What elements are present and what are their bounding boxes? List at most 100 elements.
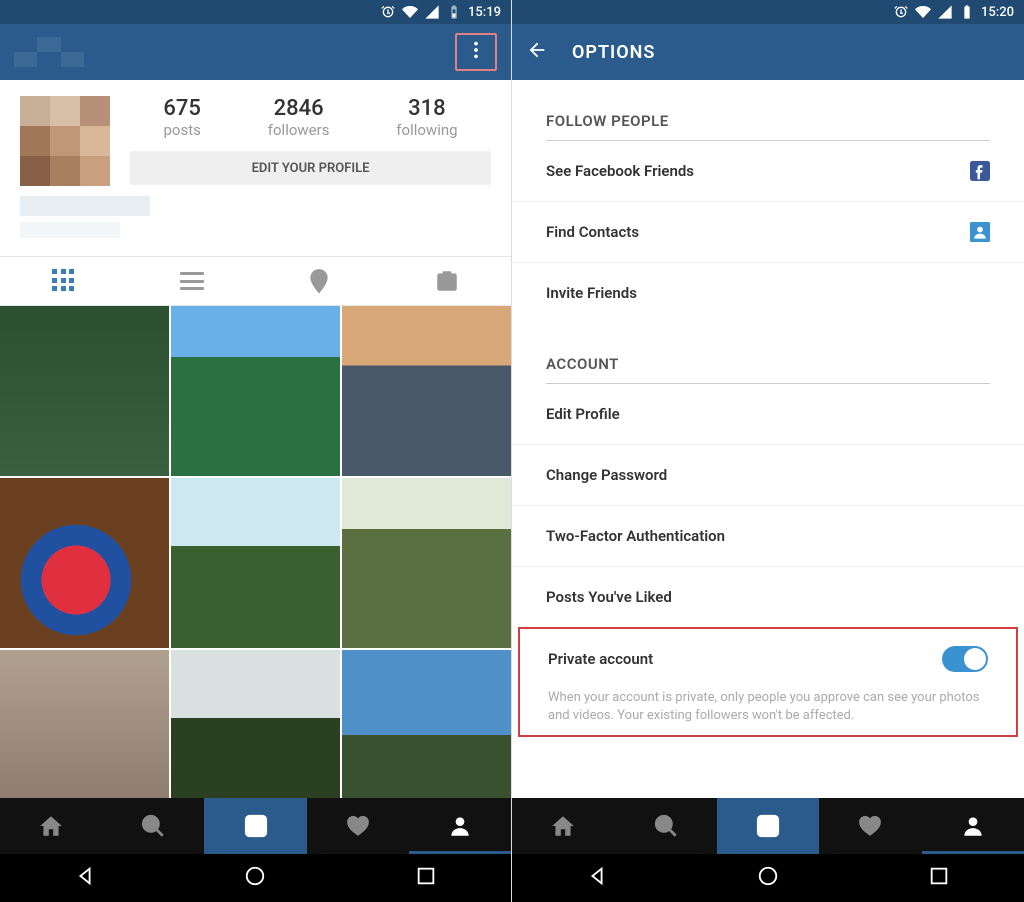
tab-list-view[interactable]: [128, 257, 256, 305]
posts-count: 675: [163, 96, 201, 121]
tab-tagged[interactable]: [383, 257, 511, 305]
person-icon: [447, 813, 473, 839]
followers-label: followers: [268, 121, 330, 139]
grid-icon: [52, 269, 76, 293]
option-label: Find Contacts: [546, 223, 639, 241]
tab-activity[interactable]: [819, 798, 921, 854]
signal-icon: [424, 4, 440, 20]
wifi-icon: [402, 4, 418, 20]
nav-home[interactable]: [757, 865, 779, 891]
photo-thumbnail[interactable]: [342, 650, 511, 798]
avatar-blurred: [20, 96, 110, 186]
photo-thumbnail[interactable]: [171, 650, 340, 798]
photo-thumbnail[interactable]: [171, 478, 340, 648]
photo-grid: [0, 306, 511, 798]
option-see-facebook-friends[interactable]: See Facebook Friends: [512, 141, 1024, 202]
circle-home-icon: [757, 865, 779, 887]
android-nav-bar: [0, 854, 511, 902]
option-invite-friends[interactable]: Invite Friends: [512, 263, 1024, 323]
photo-thumbnail[interactable]: [342, 306, 511, 476]
tab-search[interactable]: [102, 798, 204, 854]
photo-thumbnail[interactable]: [0, 306, 169, 476]
nav-back[interactable]: [74, 865, 96, 891]
arrow-back-icon: [526, 39, 548, 61]
tab-home[interactable]: [512, 798, 614, 854]
edit-profile-button[interactable]: EDIT YOUR PROFILE: [130, 151, 491, 185]
home-icon: [550, 813, 576, 839]
posts-label: posts: [163, 121, 201, 139]
nav-home[interactable]: [244, 865, 266, 891]
tab-activity[interactable]: [307, 798, 409, 854]
android-nav-bar: [512, 854, 1024, 902]
option-edit-profile[interactable]: Edit Profile: [512, 384, 1024, 445]
tab-home[interactable]: [0, 798, 102, 854]
nav-back[interactable]: [586, 865, 608, 891]
photo-thumbnail[interactable]: [0, 650, 169, 798]
tab-profile[interactable]: [922, 798, 1024, 854]
username-blurred: [14, 37, 84, 67]
tab-profile[interactable]: [409, 798, 511, 854]
search-icon: [653, 813, 679, 839]
nav-recent[interactable]: [928, 865, 950, 891]
section-account: ACCOUNT: [512, 343, 1024, 383]
option-private-account[interactable]: Private account: [520, 629, 1016, 689]
signal-icon: [937, 4, 953, 20]
triangle-back-icon: [586, 865, 608, 887]
person-icon: [960, 813, 986, 839]
wifi-icon: [915, 4, 931, 20]
option-label: Change Password: [546, 466, 667, 484]
tab-camera[interactable]: [717, 798, 819, 854]
back-button[interactable]: [526, 39, 548, 65]
view-mode-tabs: [0, 257, 511, 306]
followers-count: 2846: [268, 96, 330, 121]
battery-icon: [959, 4, 975, 20]
photo-thumbnail[interactable]: [171, 306, 340, 476]
home-icon: [38, 813, 64, 839]
option-posts-liked[interactable]: Posts You've Liked: [512, 567, 1024, 627]
option-change-password[interactable]: Change Password: [512, 445, 1024, 506]
tab-camera[interactable]: [204, 798, 306, 854]
alarm-icon: [893, 4, 909, 20]
tab-search[interactable]: [614, 798, 716, 854]
status-bar: 15:20: [512, 0, 1024, 24]
private-account-toggle[interactable]: [942, 646, 988, 672]
status-time: 15:19: [468, 5, 501, 20]
tab-places[interactable]: [256, 257, 384, 305]
more-vertical-icon: [465, 39, 487, 61]
page-title: OPTIONS: [572, 42, 655, 63]
status-bar: 15:19: [0, 0, 511, 24]
square-recent-icon: [928, 865, 950, 887]
profile-name-area: [0, 186, 511, 256]
contacts-icon: [970, 222, 990, 242]
stat-following[interactable]: 318 following: [396, 96, 457, 139]
options-header: OPTIONS: [512, 24, 1024, 80]
section-follow-people: FOLLOW PEOPLE: [512, 100, 1024, 140]
camera-icon: [755, 813, 781, 839]
nav-recent[interactable]: [415, 865, 437, 891]
tagged-photos-icon: [434, 268, 460, 294]
option-label: See Facebook Friends: [546, 162, 694, 180]
option-label: Private account: [548, 650, 653, 668]
stat-followers[interactable]: 2846 followers: [268, 96, 330, 139]
option-label: Edit Profile: [546, 405, 620, 423]
photo-thumbnail[interactable]: [0, 478, 169, 648]
following-label: following: [396, 121, 457, 139]
option-two-factor[interactable]: Two-Factor Authentication: [512, 506, 1024, 567]
status-time: 15:20: [981, 5, 1014, 20]
facebook-icon: [970, 161, 990, 181]
location-pin-icon: [306, 268, 332, 294]
alarm-icon: [380, 4, 396, 20]
photo-thumbnail[interactable]: [342, 478, 511, 648]
tab-grid-view[interactable]: [0, 257, 128, 305]
search-icon: [140, 813, 166, 839]
bottom-tab-bar: [512, 798, 1024, 854]
stat-posts[interactable]: 675 posts: [163, 96, 201, 139]
option-label: Posts You've Liked: [546, 588, 672, 606]
overflow-menu-highlighted[interactable]: [455, 33, 497, 71]
option-find-contacts[interactable]: Find Contacts: [512, 202, 1024, 263]
square-recent-icon: [415, 865, 437, 887]
option-label: Invite Friends: [546, 284, 637, 302]
bottom-tab-bar: [0, 798, 511, 854]
option-label: Two-Factor Authentication: [546, 527, 725, 545]
heart-bubble-icon: [345, 813, 371, 839]
